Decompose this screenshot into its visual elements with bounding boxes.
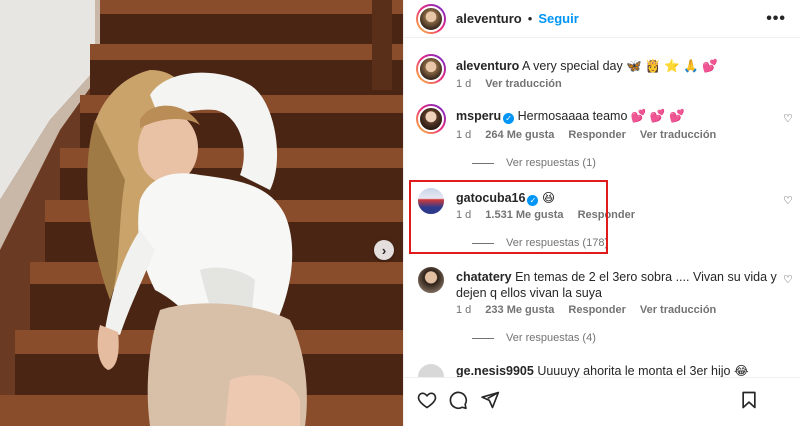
chevron-right-icon: › [381,242,387,258]
comment-avatar[interactable] [416,265,446,295]
heart-icon[interactable] [417,390,437,410]
comment-item: ge.nesis9905 Uuuuyy ahorita le monta el … [416,360,800,377]
comment-meta: 1 d 233 Me gusta Responder Ver traducció… [456,304,716,316]
translate-link[interactable]: Ver traducción [640,304,716,316]
view-replies-link[interactable]: Ver respuestas (4) [472,332,596,344]
caption-body: aleventuro A very special day 🦋 👸 ⭐ 🙏 💕 [456,58,783,74]
view-replies-label: Ver respuestas (1) [506,157,596,169]
comment-item: chatatery En temas de 2 el 3ero sobra ..… [416,265,800,349]
comment-likes[interactable]: 233 Me gusta [485,304,554,316]
comment-body: msperu ✓ Hermosaaaa teamo 💕 💕 💕 [456,108,783,124]
bookmark-icon[interactable] [739,390,759,410]
caption-text: A very special day 🦋 👸 ⭐ 🙏 💕 [522,59,718,73]
reply-button[interactable]: Responder [568,129,625,141]
comment-time[interactable]: 1 d [456,304,471,316]
caption-time[interactable]: 1 d [456,78,471,90]
post-caption: aleventuro A very special day 🦋 👸 ⭐ 🙏 💕 … [416,54,800,98]
comment-meta: 1 d 264 Me gusta Responder Ver traducció… [456,129,716,141]
send-icon[interactable] [480,390,500,410]
view-replies-link[interactable]: Ver respuestas (1) [472,157,596,169]
author-avatar[interactable] [416,3,446,34]
comment-body: chatatery En temas de 2 el 3ero sobra ..… [456,269,783,301]
comment-username[interactable]: ge.nesis9905 [456,364,534,377]
author-username[interactable]: aleventuro [456,11,522,26]
heart-icon[interactable]: ♡ [783,273,793,286]
comment-text: Hermosaaaa teamo 💕 💕 💕 [517,109,685,123]
comment-body: ge.nesis9905 Uuuuyy ahorita le monta el … [456,363,783,377]
comment-icon[interactable] [448,390,468,410]
translate-link[interactable]: Ver traducción [640,129,716,141]
comment-avatar[interactable] [416,362,446,377]
more-options-icon[interactable]: ••• [766,10,786,28]
comment-username[interactable]: msperu [456,109,501,123]
reply-button[interactable]: Responder [568,304,625,316]
heart-icon[interactable]: ♡ [783,194,793,207]
view-replies-label: Ver respuestas (4) [506,332,596,344]
comment-avatar[interactable] [416,104,446,134]
heart-icon[interactable]: ♡ [783,112,793,125]
verified-badge-icon: ✓ [503,113,515,124]
comment-item: msperu ✓ Hermosaaaa teamo 💕 💕 💕 ♡ 1 d 264… [416,104,800,174]
comment-likes[interactable]: 264 Me gusta [485,129,554,141]
caption-translate-link[interactable]: Ver traducción [485,78,561,90]
photo-illustration [0,0,403,426]
caption-meta: 1 d Ver traducción [456,78,562,90]
header-separator: • [527,11,533,26]
post-actions-bar [403,377,800,426]
comment-username[interactable]: chatatery [456,270,512,284]
post-header: aleventuro • Seguir ••• [404,0,800,38]
comment-text: Uuuuyy ahorita le monta el 3er hijo 😂 [537,364,749,377]
caption-avatar[interactable] [416,54,446,84]
next-image-button[interactable]: › [374,240,394,260]
caption-username[interactable]: aleventuro [456,59,519,73]
follow-button[interactable]: Seguir [538,11,578,26]
replies-divider [472,337,494,339]
highlight-box [409,180,608,254]
post-photo[interactable]: › [0,0,403,426]
replies-divider [472,162,494,164]
comment-time[interactable]: 1 d [456,129,471,141]
